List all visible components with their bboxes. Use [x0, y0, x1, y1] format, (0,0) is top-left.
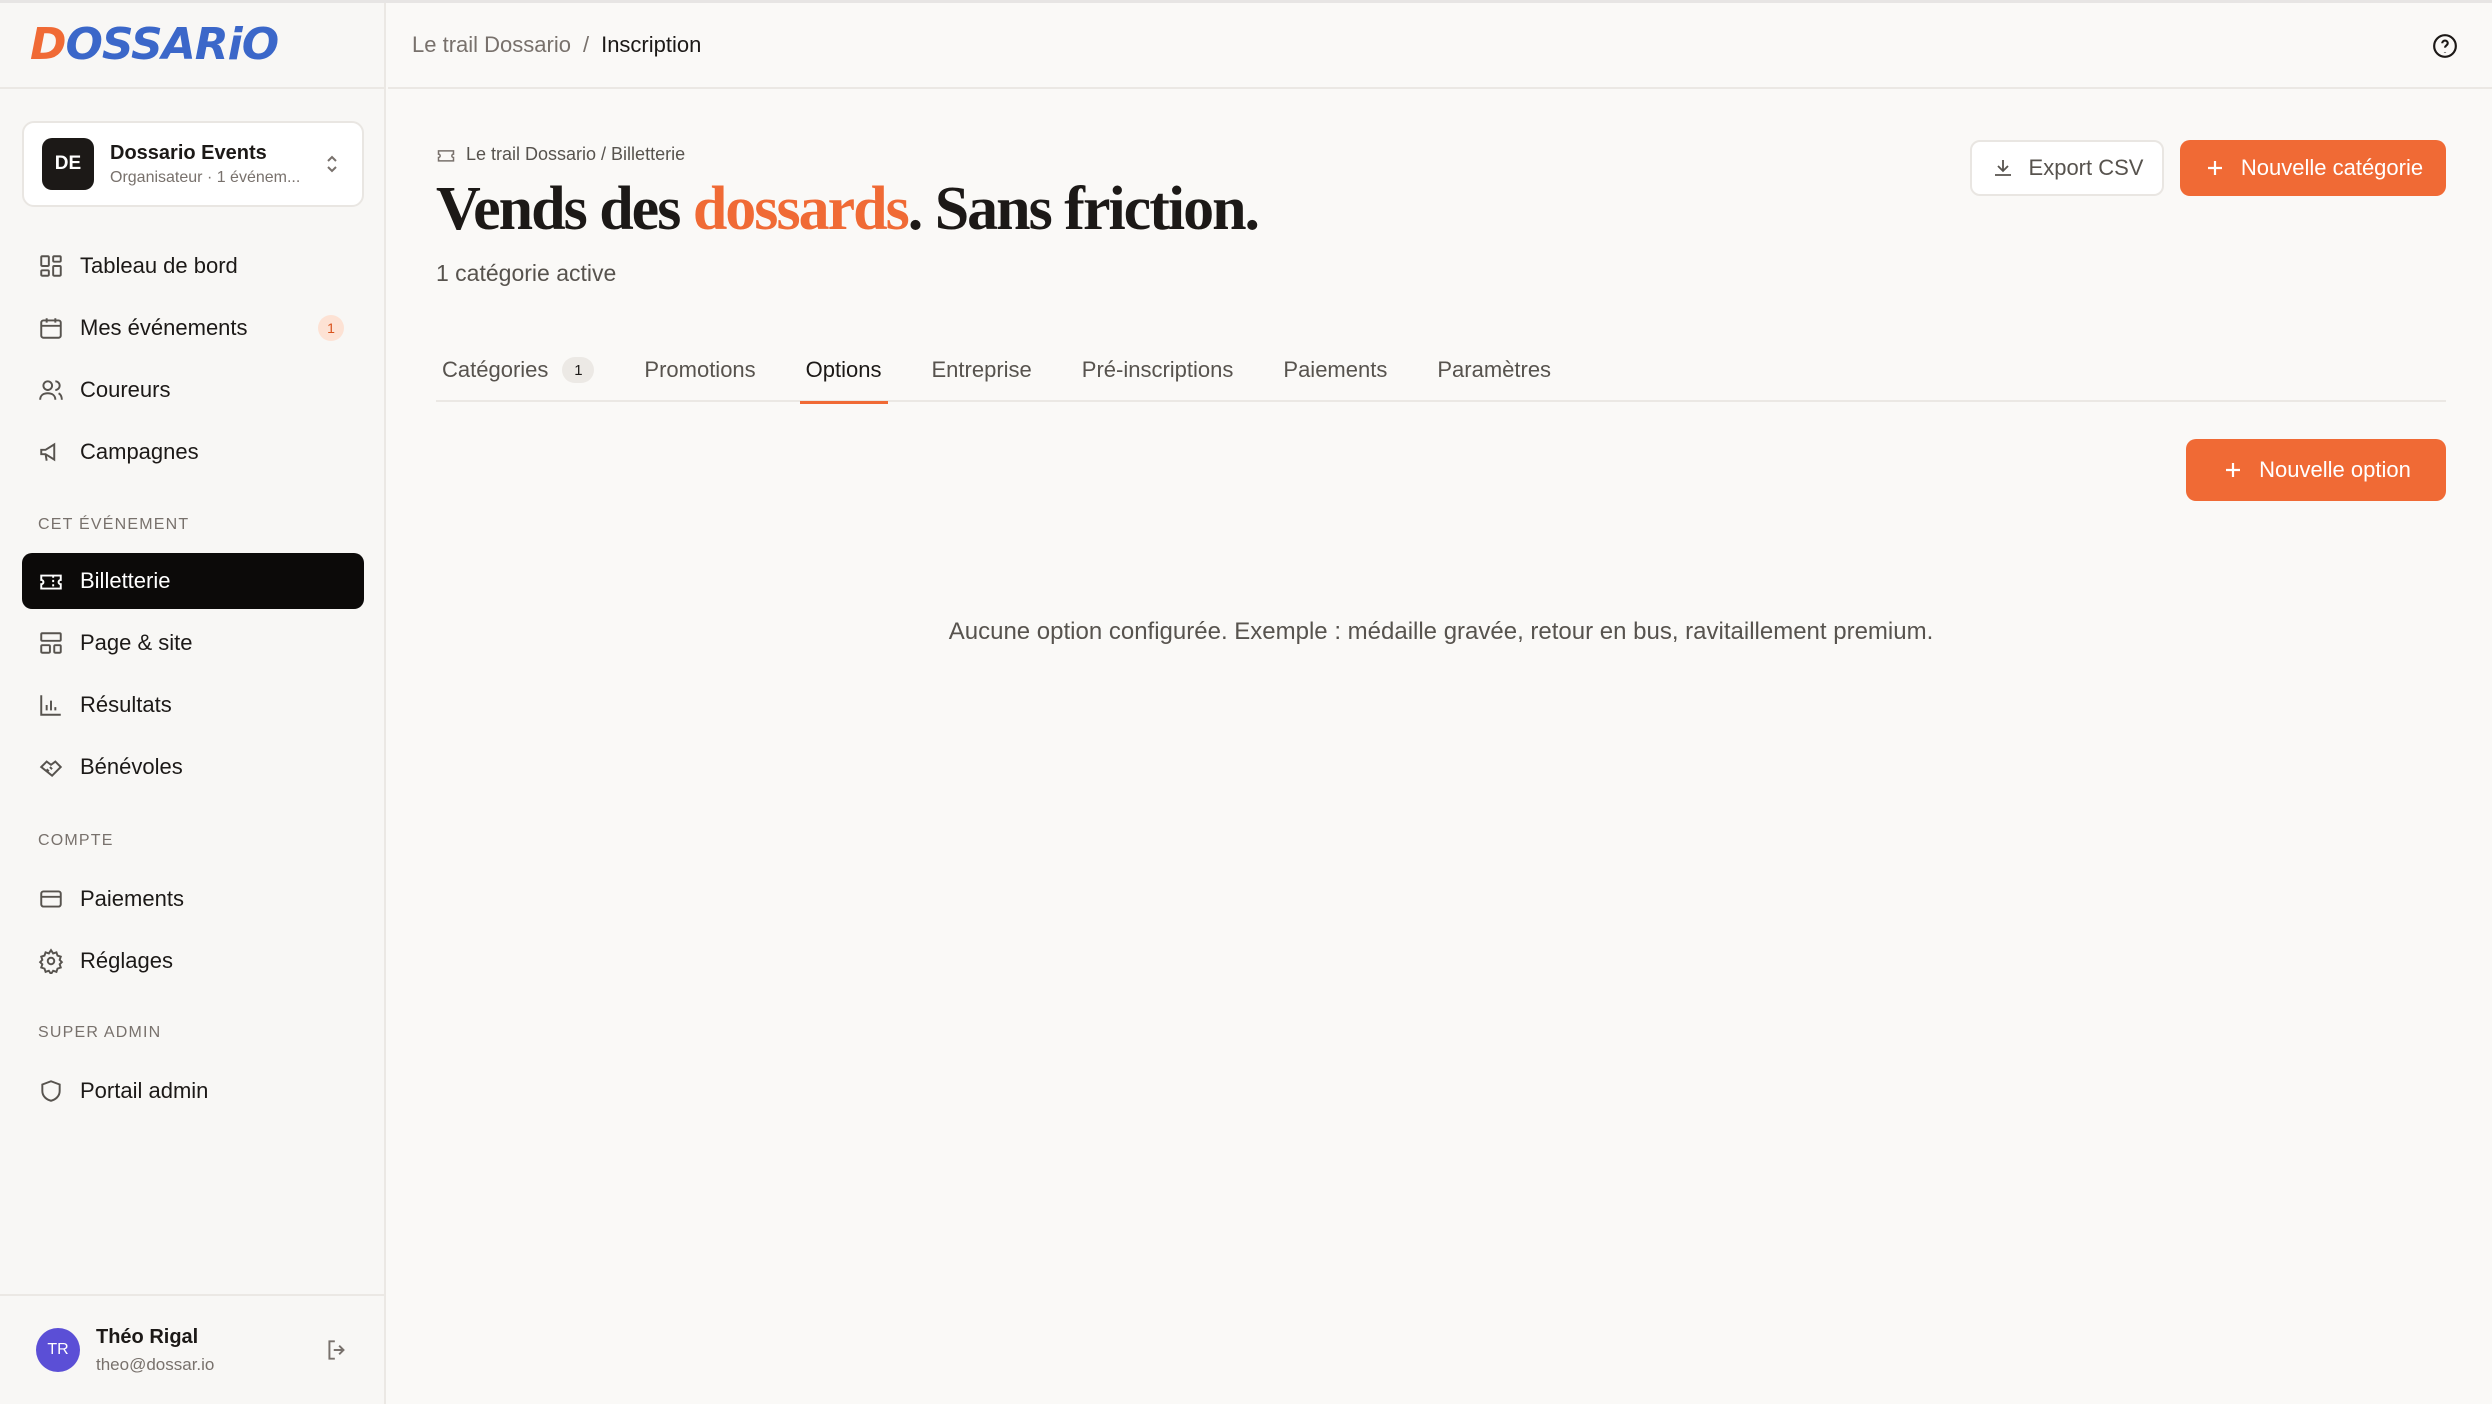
- export-csv-button[interactable]: Export CSV: [1970, 140, 2164, 196]
- chevron-up-down-icon: [327, 155, 337, 173]
- nav-item-payments[interactable]: Paiements: [22, 871, 364, 927]
- plus-icon: [2207, 161, 2222, 175]
- tab-payments[interactable]: Paiements: [1277, 338, 1393, 402]
- breadcrumb-event[interactable]: Le trail Dossario: [412, 32, 571, 58]
- admin-nav-items: Portail admin: [22, 1063, 364, 1125]
- dossario-logo[interactable]: DOSSARiO: [30, 23, 279, 67]
- nav-label: Coureurs: [80, 377, 171, 402]
- credit-card-icon: [40, 890, 62, 908]
- account-nav: COMPTE: [22, 827, 364, 855]
- nav-item-campaigns[interactable]: Campagnes: [22, 424, 364, 480]
- breadcrumb-separator: /: [582, 32, 590, 57]
- nav-item-results[interactable]: Résultats: [22, 677, 364, 733]
- active-categories-count: 1 catégorie active: [436, 260, 617, 286]
- nav-label: Portail admin: [80, 1078, 209, 1103]
- tab-company[interactable]: Entreprise: [926, 338, 1038, 402]
- nav-label: Réglages: [80, 948, 173, 973]
- plus-icon: [2226, 463, 2241, 477]
- help-icon[interactable]: [2432, 33, 2458, 59]
- org-name: Dossario Events: [110, 141, 267, 164]
- page-title: Vends des dossards. Sans friction.: [436, 175, 1260, 243]
- user-profile: TR Théo Rigal theo@dossar.io: [0, 1294, 384, 1404]
- admin-nav: SUPER ADMIN: [22, 1019, 364, 1047]
- section-label-admin: SUPER ADMIN: [38, 1024, 162, 1041]
- empty-state-message: Aucune option configurée. Exemple : méda…: [948, 618, 1934, 645]
- org-avatar: DE: [42, 138, 94, 190]
- handshake-icon: [39, 760, 63, 777]
- section-label-account: COMPTE: [38, 832, 114, 849]
- section-label-event: CET ÉVÉNEMENT: [38, 516, 190, 533]
- new-option-button[interactable]: Nouvelle option: [2186, 439, 2446, 501]
- ticketing-tabs: Catégories 1 Promotions Options Entrepri…: [436, 338, 2446, 404]
- new-category-button[interactable]: Nouvelle catégorie: [2180, 140, 2446, 196]
- megaphone-icon: [40, 442, 56, 462]
- nav-item-dashboard[interactable]: Tableau de bord: [22, 238, 364, 294]
- ticket-icon: [40, 574, 62, 590]
- dashboard-icon: [40, 255, 62, 277]
- ticket-icon: [437, 149, 455, 162]
- nav-item-page-site[interactable]: Page & site: [22, 615, 364, 671]
- page-breadcrumb: Le trail Dossario / Billetterie: [436, 144, 685, 165]
- tab-parameters[interactable]: Paramètres: [1431, 338, 1557, 402]
- nav-label: Mes événements: [80, 315, 248, 340]
- users-icon: [39, 380, 63, 400]
- logout-icon[interactable]: [324, 1337, 350, 1363]
- nav-label: Page & site: [80, 630, 193, 655]
- bar-chart-icon: [40, 695, 61, 716]
- event-nav: CET ÉVÉNEMENT: [22, 511, 364, 539]
- gear-icon: [38, 948, 64, 974]
- nav-item-runners[interactable]: Coureurs: [22, 362, 364, 418]
- layout-icon: [40, 632, 62, 654]
- nav-item-ticketing[interactable]: Billetterie: [22, 553, 364, 609]
- nav-item-volunteers[interactable]: Bénévoles: [22, 739, 364, 795]
- org-subtitle: Organisateur · 1 événem...: [110, 168, 301, 186]
- tab-promotions[interactable]: Promotions: [638, 338, 761, 402]
- nav-item-events[interactable]: Mes événements 1: [22, 300, 364, 356]
- logo-bar: DOSSARiO: [0, 3, 384, 89]
- account-nav-items: Paiements Réglages: [22, 871, 364, 995]
- main-nav: Tableau de bord Mes événements 1 Coureur…: [22, 238, 364, 486]
- avatar[interactable]: TR: [36, 1328, 80, 1372]
- nav-label: Résultats: [80, 692, 172, 717]
- top-header: Le trail Dossario / Inscription: [388, 3, 2492, 89]
- nav-label: Billetterie: [80, 568, 171, 593]
- nav-label: Tableau de bord: [80, 253, 238, 278]
- calendar-icon: [40, 318, 62, 339]
- user-email: theo@dossar.io: [96, 1354, 215, 1374]
- event-nav-items: Billetterie Page & site Résultats Bénévo…: [22, 553, 364, 801]
- nav-item-admin-portal[interactable]: Portail admin: [22, 1063, 364, 1119]
- tab-options[interactable]: Options: [799, 338, 888, 404]
- download-icon: [1994, 160, 2011, 176]
- page-breadcrumb-text: Le trail Dossario / Billetterie: [466, 144, 686, 164]
- nav-item-settings[interactable]: Réglages: [22, 933, 364, 989]
- events-count-badge: 1: [318, 315, 344, 341]
- nav-label: Bénévoles: [80, 754, 183, 779]
- shield-icon: [41, 1080, 61, 1102]
- categories-count-badge: 1: [562, 357, 595, 383]
- nav-label: Paiements: [80, 886, 184, 911]
- organization-switcher[interactable]: DE Dossario Events Organisateur · 1 évén…: [22, 121, 364, 207]
- nav-label: Campagnes: [80, 439, 199, 464]
- user-name: Théo Rigal: [96, 1325, 199, 1348]
- breadcrumb-current: Inscription: [601, 32, 702, 57]
- sidebar: DOSSARiO DE Dossario Events Organisateur…: [0, 3, 386, 1404]
- tab-pre-registrations[interactable]: Pré-inscriptions: [1076, 338, 1240, 402]
- tab-categories[interactable]: Catégories 1: [436, 338, 600, 402]
